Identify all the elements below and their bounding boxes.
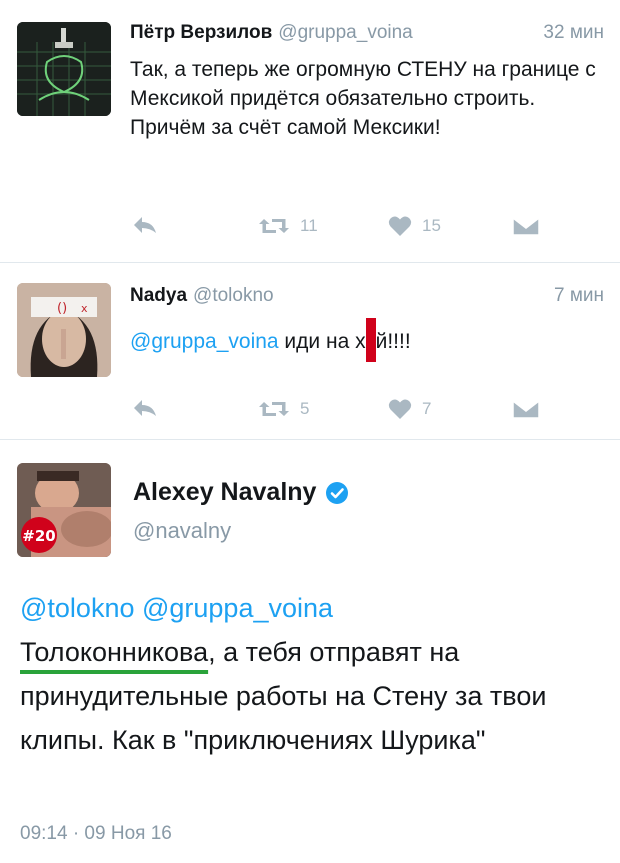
avatar-badge: #20 (22, 527, 55, 545)
envelope-icon (512, 400, 540, 419)
tweet-text: Так, а теперь же огромную СТЕНУ на грани… (130, 58, 596, 139)
author-name-row: Alexey Navalny (133, 478, 350, 507)
avatar-image: () x (17, 283, 111, 377)
author-name[interactable]: Alexey Navalny (133, 478, 316, 507)
envelope-icon (512, 217, 540, 236)
underlined-name: Толоконникова (20, 637, 209, 667)
retweet-icon (259, 402, 289, 416)
retweet-count: 5 (300, 399, 310, 418)
author-name[interactable]: Nadya (130, 285, 187, 306)
reply-icon (134, 400, 156, 416)
avatar-image (17, 22, 111, 116)
avatar[interactable]: () x (17, 283, 111, 377)
retweet-count: 11 (300, 216, 318, 235)
retweet-button[interactable]: 5 (258, 398, 309, 420)
tweet-header: Пётр Верзилов @gruppa_voina 32 мин (130, 22, 604, 44)
verified-badge-icon (326, 481, 349, 504)
author-handle[interactable]: @navalny (133, 518, 231, 544)
tweet-text: @tolokno @gruppa_voina Толоконникова, а … (20, 586, 604, 762)
avatar[interactable]: #20 (17, 463, 111, 557)
tweet-actions: 5 7 (130, 398, 550, 428)
heart-icon (388, 216, 412, 236)
like-button[interactable]: 15 (388, 215, 441, 237)
tweet-actions: 11 15 (130, 215, 550, 245)
mention-link[interactable]: @gruppa_voina (130, 330, 279, 353)
heart-icon (388, 399, 412, 419)
main-tweet: #20 Alexey Navalny @navalny @tolokno @gr… (0, 440, 620, 863)
tweet-text: @gruppa_voina иди на х й!!!! (130, 318, 600, 362)
tweet-time[interactable]: 7 мин (554, 285, 604, 307)
avatar[interactable] (17, 22, 111, 116)
censor-bar (365, 318, 376, 362)
tweet-timestamp[interactable]: 09:14 · 09 Ноя 16 (20, 823, 172, 845)
like-count: 7 (422, 399, 432, 418)
tweet-header: Nadya @tolokno 7 мин (130, 285, 604, 307)
author-handle[interactable]: @tolokno (193, 285, 274, 306)
reply-icon (134, 217, 156, 233)
author-name[interactable]: Пётр Верзилов (130, 22, 272, 43)
avatar-image: #20 (17, 463, 111, 557)
mention-links[interactable]: @tolokno @gruppa_voina (20, 586, 604, 630)
retweet-button[interactable]: 11 (258, 215, 318, 237)
text-part: иди на х (278, 330, 366, 353)
reply-button[interactable] (132, 215, 158, 235)
like-count: 15 (422, 216, 441, 235)
tweet-1[interactable]: Пётр Верзилов @gruppa_voina 32 мин Так, а… (0, 0, 620, 263)
author-handle[interactable]: @gruppa_voina (278, 22, 412, 43)
reply-button[interactable] (132, 398, 158, 418)
retweet-icon (259, 219, 289, 233)
like-button[interactable]: 7 (388, 398, 431, 420)
tweet-2[interactable]: () x Nadya @tolokno 7 мин @gruppa_voina и… (0, 263, 620, 440)
svg-text:(): () (57, 301, 67, 316)
direct-message-button[interactable] (512, 398, 540, 420)
direct-message-button[interactable] (512, 215, 540, 237)
text-part: й!!!! (375, 330, 411, 353)
tweet-time[interactable]: 32 мин (543, 22, 604, 44)
svg-text:x: x (81, 302, 88, 315)
